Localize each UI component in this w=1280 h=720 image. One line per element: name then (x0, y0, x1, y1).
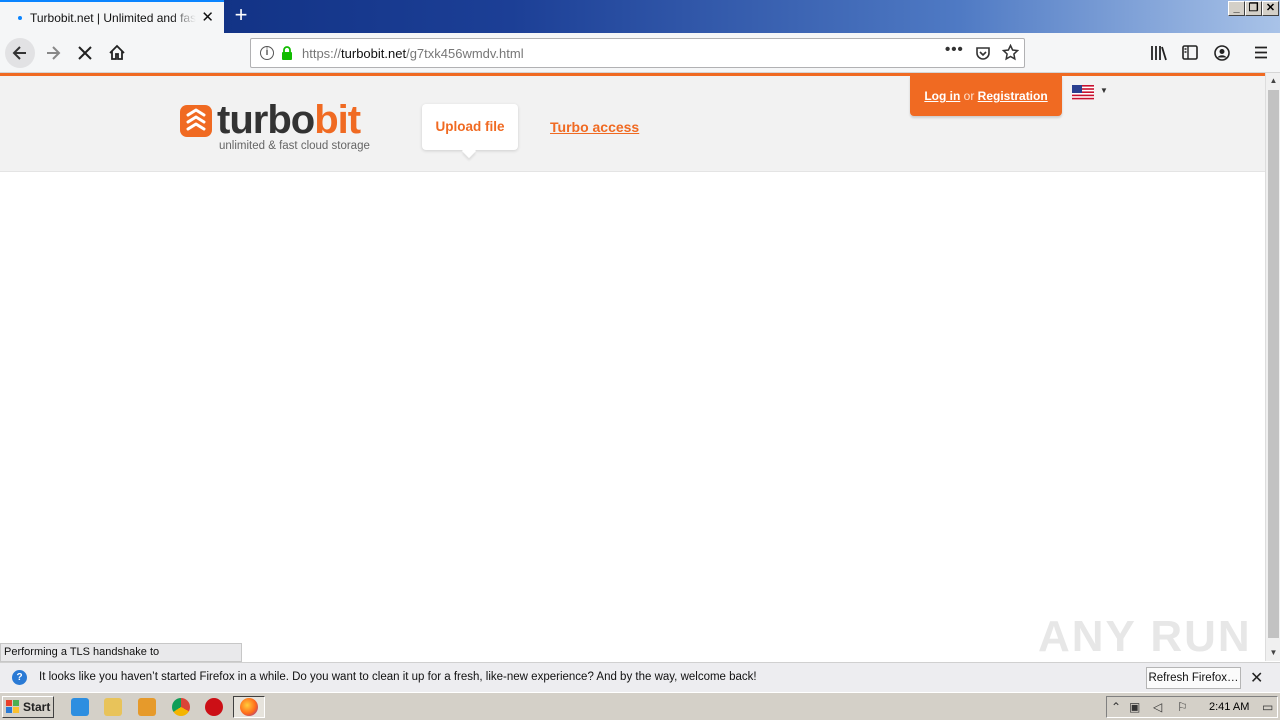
language-dropdown-icon[interactable]: ▼ (1100, 86, 1108, 95)
turbobit-logo-icon[interactable] (180, 105, 212, 137)
browser-tab[interactable]: Turbobit.net | Unlimited and fast file ✕ (0, 0, 224, 33)
new-tab-button[interactable]: + (230, 4, 252, 28)
clock: 2:41 AM (1209, 701, 1250, 713)
forward-icon[interactable] (38, 38, 68, 68)
stop-icon[interactable] (70, 38, 100, 68)
turbo-access-link[interactable]: Turbo access (550, 119, 639, 135)
scroll-thumb[interactable] (1268, 90, 1279, 638)
question-icon: ? (12, 670, 27, 685)
tab-close-icon[interactable]: ✕ (201, 10, 214, 25)
site-tagline: unlimited & fast cloud storage (219, 140, 370, 152)
library-icon[interactable] (1150, 45, 1168, 61)
restore-button[interactable]: ❐ (1245, 1, 1262, 16)
login-link[interactable]: Log in (924, 89, 960, 103)
system-tray: ⌃ ▣ ◁ ⚐ 2:41 AM ▭ (1106, 696, 1278, 718)
upload-file-button[interactable]: Upload file (422, 104, 518, 150)
firefox-taskbar-button[interactable] (233, 696, 265, 718)
refresh-firefox-button[interactable]: Refresh Firefox… (1146, 667, 1241, 689)
site-logo[interactable]: turbobit (217, 98, 361, 142)
start-button[interactable]: Start (2, 696, 54, 718)
tab-strip: Turbobit.net | Unlimited and fast file ✕… (0, 0, 1280, 33)
start-label: Start (23, 700, 51, 714)
us-flag-icon[interactable] (1072, 85, 1094, 100)
tab-title: Turbobit.net | Unlimited and fast file (30, 10, 196, 25)
site-header: turbobit unlimited & fast cloud storage … (0, 76, 1265, 172)
back-icon[interactable] (5, 38, 35, 68)
url-text[interactable]: https://turbobit.net/g7txk456wmdv.html (302, 46, 524, 61)
media-player-icon[interactable] (138, 698, 156, 716)
account-icon[interactable] (1214, 45, 1230, 61)
bookmark-star-icon[interactable] (1002, 44, 1019, 61)
ie-icon[interactable] (71, 698, 89, 716)
status-panel: Performing a TLS handshake to infopicked… (0, 643, 242, 675)
windows-logo-icon (6, 700, 19, 713)
show-desktop-icon[interactable]: ▭ (1262, 700, 1273, 714)
minimize-button[interactable]: _ (1228, 1, 1245, 16)
url-bar[interactable]: i https://turbobit.net/g7txk456wmdv.html… (250, 38, 1025, 68)
taskbar: Start ⌃ ▣ ◁ ⚐ 2:41 AM ▭ (0, 692, 1280, 720)
auth-panel: Log in or Registration (910, 76, 1062, 116)
pocket-icon[interactable] (975, 45, 991, 61)
volume-icon[interactable]: ◁ (1153, 700, 1162, 714)
notification-bar: ? It looks like you haven’t started Fire… (0, 662, 1280, 692)
navigation-toolbar: i https://turbobit.net/g7txk456wmdv.html… (0, 33, 1280, 73)
more-icon[interactable]: ••• (945, 41, 964, 58)
loading-dot-icon (18, 15, 22, 20)
folder-icon[interactable] (104, 698, 122, 716)
flag-icon[interactable]: ⚐ (1177, 700, 1188, 714)
registration-link[interactable]: Registration (978, 89, 1048, 103)
scroll-down-icon[interactable]: ▼ (1266, 645, 1280, 660)
scroll-up-icon[interactable]: ▲ (1266, 73, 1280, 88)
sidebar-icon[interactable] (1182, 45, 1198, 60)
notification-close-icon[interactable]: ✕ (1250, 668, 1263, 688)
chrome-icon[interactable] (172, 698, 190, 716)
home-icon[interactable] (102, 38, 132, 68)
info-icon[interactable]: i (260, 46, 274, 60)
or-separator: or (963, 89, 975, 103)
menu-icon[interactable] (1254, 46, 1268, 59)
opera-icon[interactable] (205, 698, 223, 716)
network-icon[interactable]: ▣ (1129, 700, 1140, 714)
tray-expand-icon[interactable]: ⌃ (1111, 700, 1121, 714)
watermark: ANY RUN (1038, 612, 1252, 661)
lock-icon[interactable] (281, 46, 293, 61)
close-window-button[interactable]: ✕ (1262, 1, 1279, 16)
page-scrollbar[interactable]: ▲ ▼ (1265, 73, 1280, 661)
firefox-icon (240, 698, 258, 716)
notification-message: It looks like you haven’t started Firefo… (39, 671, 757, 683)
